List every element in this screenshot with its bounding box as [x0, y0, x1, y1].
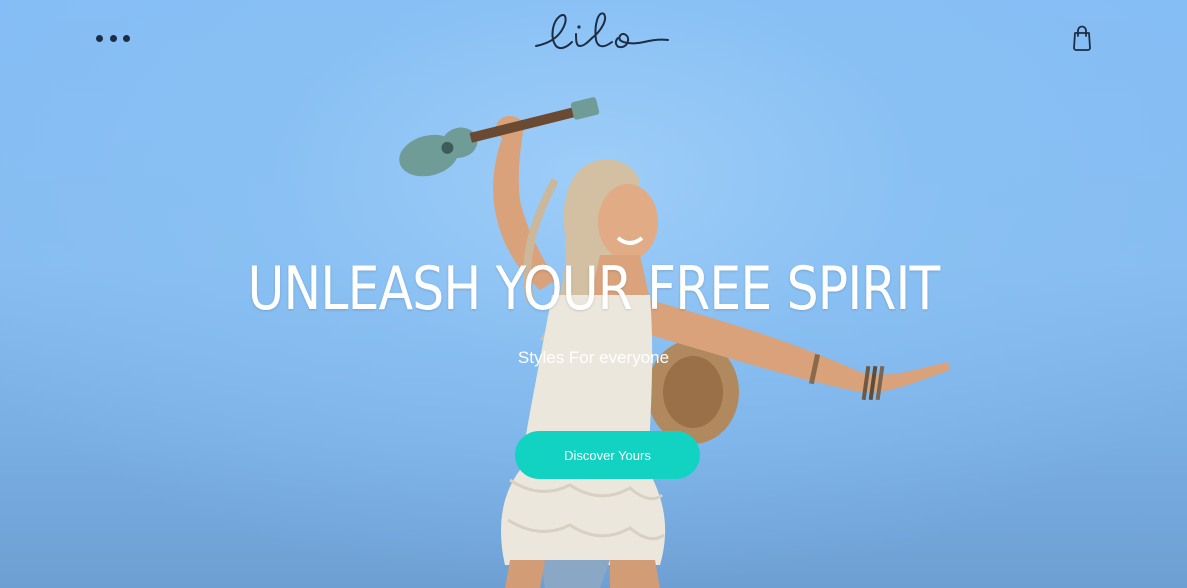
lace-dress: [500, 295, 666, 565]
hero-section: lilo UNLEASH YOUR FREE SPIRIT Styles For…: [0, 0, 1187, 588]
more-dots-icon[interactable]: [96, 28, 130, 48]
hero-subheadline: Styles For everyone: [517, 348, 670, 367]
hero-headline: UNLEASH YOUR FREE SPIRIT: [247, 254, 940, 324]
face: [598, 184, 658, 260]
discover-yours-button[interactable]: Discover Yours: [515, 431, 700, 479]
shopping-bag-icon[interactable]: [1071, 25, 1093, 51]
lilo-script-logo: [535, 12, 669, 50]
menu-dot: [96, 34, 103, 42]
legs: [505, 560, 545, 588]
site-header: lilo: [0, 0, 1187, 80]
brand-logo[interactable]: lilo: [532, 8, 674, 58]
menu-dot: [123, 34, 130, 42]
logo-text: lilo: [674, 8, 675, 9]
menu-dot: [109, 34, 117, 42]
